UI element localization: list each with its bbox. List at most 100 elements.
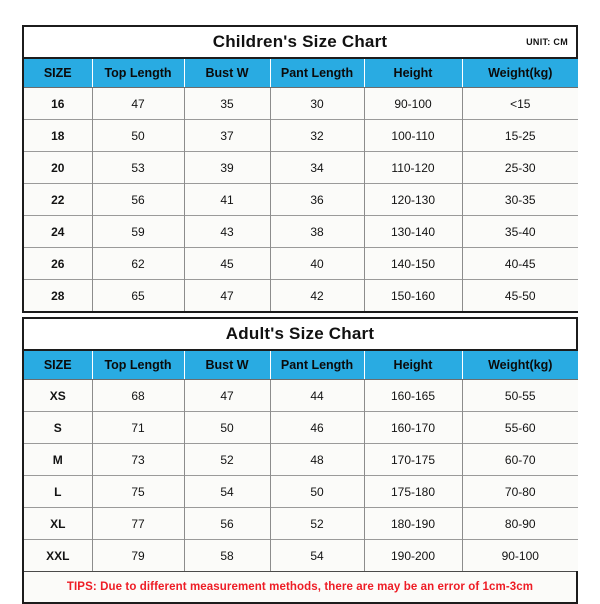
adult-size-chart-block: Adult's Size Chart SIZE Top Length Bust … xyxy=(22,317,578,604)
cell-height: 160-165 xyxy=(364,379,463,412)
cell-pant-length: 36 xyxy=(270,183,365,216)
tips-text: TIPS: Due to different measurement metho… xyxy=(66,581,534,593)
cell-size: XS xyxy=(24,379,93,412)
column-header-weight: Weight(kg) xyxy=(462,351,578,380)
cell-pant-length: 54 xyxy=(270,539,365,571)
column-header-top-length: Top Length xyxy=(92,59,185,88)
cell-bust-w: 50 xyxy=(184,411,271,444)
children-chart-title-row: Children's Size Chart UNIT: CM xyxy=(24,27,576,59)
column-header-bust-w: Bust W xyxy=(184,59,271,88)
cell-size: 26 xyxy=(24,247,93,280)
table-row: 24 59 43 38 130-140 35-40 xyxy=(24,215,578,248)
table-row: 18 50 37 32 100-110 15-25 xyxy=(24,119,578,152)
cell-bust-w: 47 xyxy=(184,279,271,311)
table-row: S 71 50 46 160-170 55-60 xyxy=(24,411,578,444)
cell-size: 18 xyxy=(24,119,93,152)
cell-bust-w: 37 xyxy=(184,119,271,152)
column-header-height: Height xyxy=(364,59,463,88)
cell-pant-length: 30 xyxy=(270,87,365,120)
cell-pant-length: 46 xyxy=(270,411,365,444)
children-table-body: 16 47 35 30 90-100 <15 18 50 37 32 100-1… xyxy=(24,87,578,311)
cell-top-length: 59 xyxy=(92,215,185,248)
cell-weight: 40-45 xyxy=(462,247,578,280)
cell-height: 120-130 xyxy=(364,183,463,216)
cell-weight: 90-100 xyxy=(462,539,578,571)
cell-top-length: 56 xyxy=(92,183,185,216)
cell-size: XL xyxy=(24,507,93,540)
table-row: M 73 52 48 170-175 60-70 xyxy=(24,443,578,476)
cell-height: 150-160 xyxy=(364,279,463,311)
children-size-table: SIZE Top Length Bust W Pant Length Heigh… xyxy=(24,59,578,311)
cell-weight: 50-55 xyxy=(462,379,578,412)
cell-top-length: 77 xyxy=(92,507,185,540)
cell-top-length: 47 xyxy=(92,87,185,120)
table-row: 16 47 35 30 90-100 <15 xyxy=(24,87,578,120)
cell-top-length: 68 xyxy=(92,379,185,412)
column-header-weight: Weight(kg) xyxy=(462,59,578,88)
table-row: 26 62 45 40 140-150 40-45 xyxy=(24,247,578,280)
cell-size: 20 xyxy=(24,151,93,184)
cell-weight: 35-40 xyxy=(462,215,578,248)
table-row: 20 53 39 34 110-120 25-30 xyxy=(24,151,578,184)
cell-pant-length: 34 xyxy=(270,151,365,184)
tips-row: TIPS: Due to different measurement metho… xyxy=(24,571,576,602)
cell-size: 24 xyxy=(24,215,93,248)
cell-height: 100-110 xyxy=(364,119,463,152)
cell-bust-w: 35 xyxy=(184,87,271,120)
cell-weight: 55-60 xyxy=(462,411,578,444)
cell-weight: 15-25 xyxy=(462,119,578,152)
cell-top-length: 79 xyxy=(92,539,185,571)
table-row: XL 77 56 52 180-190 80-90 xyxy=(24,507,578,540)
size-chart-page: Children's Size Chart UNIT: CM SIZE Top … xyxy=(0,0,600,604)
table-row: 22 56 41 36 120-130 30-35 xyxy=(24,183,578,216)
cell-height: 175-180 xyxy=(364,475,463,508)
cell-bust-w: 56 xyxy=(184,507,271,540)
cell-bust-w: 41 xyxy=(184,183,271,216)
cell-pant-length: 48 xyxy=(270,443,365,476)
cell-size: XXL xyxy=(24,539,93,571)
cell-height: 160-170 xyxy=(364,411,463,444)
table-row: XS 68 47 44 160-165 50-55 xyxy=(24,379,578,412)
cell-top-length: 75 xyxy=(92,475,185,508)
children-table-header: SIZE Top Length Bust W Pant Length Heigh… xyxy=(24,59,578,88)
adult-table-body: XS 68 47 44 160-165 50-55 S 71 50 46 160… xyxy=(24,379,578,571)
cell-bust-w: 47 xyxy=(184,379,271,412)
adult-size-table: SIZE Top Length Bust W Pant Length Heigh… xyxy=(24,351,578,571)
cell-size: S xyxy=(24,411,93,444)
unit-label: UNIT: CM xyxy=(526,37,568,47)
table-row: XXL 79 58 54 190-200 90-100 xyxy=(24,539,578,571)
column-header-pant-length: Pant Length xyxy=(270,59,365,88)
cell-size: 28 xyxy=(24,279,93,311)
cell-size: L xyxy=(24,475,93,508)
cell-weight: 80-90 xyxy=(462,507,578,540)
cell-pant-length: 50 xyxy=(270,475,365,508)
column-header-top-length: Top Length xyxy=(92,351,185,380)
adult-table-header: SIZE Top Length Bust W Pant Length Heigh… xyxy=(24,351,578,380)
cell-size: 22 xyxy=(24,183,93,216)
cell-height: 170-175 xyxy=(364,443,463,476)
cell-pant-length: 42 xyxy=(270,279,365,311)
cell-bust-w: 58 xyxy=(184,539,271,571)
cell-pant-length: 40 xyxy=(270,247,365,280)
adult-chart-title: Adult's Size Chart xyxy=(225,324,375,343)
cell-size: 16 xyxy=(24,87,93,120)
cell-height: 130-140 xyxy=(364,215,463,248)
cell-bust-w: 54 xyxy=(184,475,271,508)
table-header-row: SIZE Top Length Bust W Pant Length Heigh… xyxy=(24,59,578,88)
cell-weight: 70-80 xyxy=(462,475,578,508)
table-row: 28 65 47 42 150-160 45-50 xyxy=(24,279,578,311)
cell-weight: <15 xyxy=(462,87,578,120)
cell-top-length: 73 xyxy=(92,443,185,476)
cell-bust-w: 45 xyxy=(184,247,271,280)
column-header-size: SIZE xyxy=(24,351,93,380)
children-size-chart-block: Children's Size Chart UNIT: CM SIZE Top … xyxy=(22,25,578,313)
cell-weight: 25-30 xyxy=(462,151,578,184)
cell-height: 140-150 xyxy=(364,247,463,280)
cell-height: 110-120 xyxy=(364,151,463,184)
cell-top-length: 71 xyxy=(92,411,185,444)
cell-bust-w: 39 xyxy=(184,151,271,184)
column-header-height: Height xyxy=(364,351,463,380)
cell-pant-length: 38 xyxy=(270,215,365,248)
column-header-bust-w: Bust W xyxy=(184,351,271,380)
cell-weight: 45-50 xyxy=(462,279,578,311)
